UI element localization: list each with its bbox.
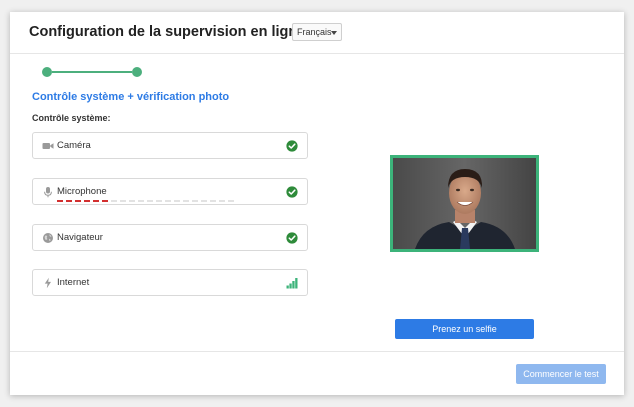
- page-title: Configuration de la supervision en ligne: [29, 24, 306, 40]
- level-segment: [120, 200, 126, 202]
- check-label-internet: Internet: [57, 277, 90, 288]
- step-connector: [52, 71, 132, 73]
- step-1-dot: [42, 67, 52, 77]
- microphone-level-meter: [57, 200, 237, 203]
- check-circle-icon: [286, 232, 298, 244]
- level-segment: [165, 200, 171, 202]
- globe-icon: [43, 233, 53, 243]
- webcam-snapshot-image: [393, 158, 536, 249]
- camera-icon: [42, 143, 54, 149]
- check-internet: Internet: [32, 269, 308, 296]
- level-segment: [129, 200, 135, 202]
- step-2-dot: [132, 67, 142, 77]
- check-circle-icon: [286, 186, 298, 198]
- level-segment: [219, 200, 225, 202]
- level-segment: [192, 200, 198, 202]
- signal-bars-icon: [286, 278, 298, 289]
- level-segment: [156, 200, 162, 202]
- dialog-footer: Commencer le test: [10, 351, 624, 395]
- level-segment: [210, 200, 216, 202]
- lightning-icon: [44, 277, 51, 289]
- setup-dialog: Configuration de la supervision en ligne…: [10, 12, 624, 395]
- start-test-button[interactable]: Commencer le test: [516, 364, 606, 384]
- microphone-icon: [44, 187, 52, 198]
- level-segment: [93, 200, 99, 202]
- dialog-header: Configuration de la supervision en ligne…: [10, 12, 624, 54]
- section-title: Contrôle système + vérification photo: [32, 91, 230, 103]
- level-segment: [84, 200, 90, 202]
- level-segment: [102, 200, 108, 202]
- level-segment: [228, 200, 234, 202]
- progress-stepper: [42, 67, 142, 79]
- level-segment: [57, 200, 63, 202]
- system-check-label: Contrôle système:: [32, 113, 111, 123]
- level-segment: [138, 200, 144, 202]
- level-segment: [201, 200, 207, 202]
- level-segment: [111, 200, 117, 202]
- level-segment: [75, 200, 81, 202]
- level-segment: [183, 200, 189, 202]
- webcam-preview: [390, 155, 539, 252]
- language-select-value: Français: [297, 27, 332, 37]
- check-label-browser: Navigateur: [57, 232, 103, 243]
- check-circle-icon: [286, 140, 298, 152]
- caret-down-icon: [331, 31, 337, 35]
- check-label-camera: Caméra: [57, 140, 91, 151]
- level-segment: [147, 200, 153, 202]
- language-select[interactable]: Français: [292, 23, 342, 41]
- level-segment: [174, 200, 180, 202]
- take-selfie-button[interactable]: Prenez un selfie: [395, 319, 534, 339]
- level-segment: [66, 200, 72, 202]
- check-browser: Navigateur: [32, 224, 308, 251]
- check-camera: Caméra: [32, 132, 308, 159]
- check-label-microphone: Microphone: [57, 186, 107, 197]
- check-microphone: Microphone: [32, 178, 308, 205]
